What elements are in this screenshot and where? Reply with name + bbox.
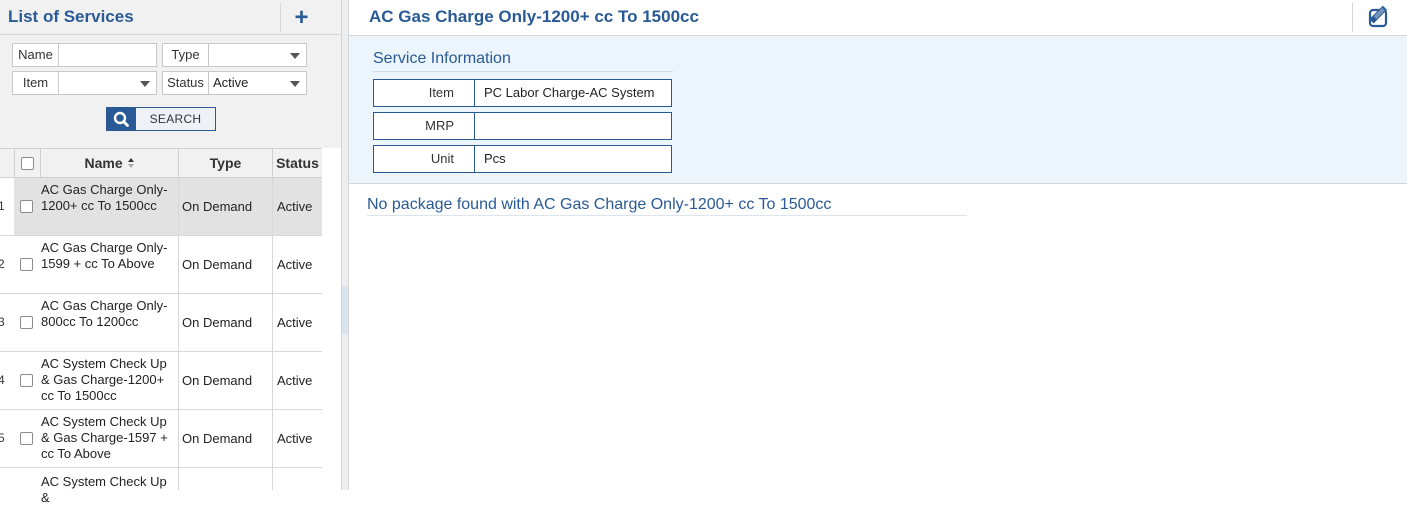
select-all-cell [14, 149, 40, 178]
status-filter-select[interactable]: Active [208, 71, 307, 95]
no-package-message: No package found with AC Gas Charge Only… [367, 196, 967, 216]
row-name: AC Gas Charge Only-800cc To 1200cc [41, 298, 168, 329]
plus-icon: + [294, 4, 309, 31]
item-filter-select[interactable] [58, 71, 157, 95]
item-field-value: PC Labor Charge-AC System [474, 79, 672, 107]
row-cells: AC System Check Up & Gas Charge-1200+ cc… [14, 352, 322, 409]
type-filter-label: Type [162, 43, 209, 67]
row-type: On Demand [178, 178, 272, 235]
row-status [272, 468, 322, 490]
row-checkbox-cell [20, 316, 33, 332]
row-status: Active [272, 178, 322, 235]
row-cells: AC Gas Charge Only-1200+ cc To 1500cc On… [14, 178, 322, 235]
status-filter-label: Status [162, 71, 209, 95]
row-number: 5 [0, 431, 5, 445]
row-type: On Demand [178, 352, 272, 409]
edit-icon [1368, 5, 1388, 28]
name-filter-input[interactable] [58, 43, 157, 67]
row-name: AC Gas Charge Only-1599 + cc To Above [41, 240, 168, 271]
service-detail-panel: AC Gas Charge Only-1200+ cc To 1500cc Se… [349, 0, 1407, 490]
row-number: 4 [0, 373, 5, 387]
table-row[interactable]: AC System Check Up & [0, 468, 322, 505]
service-list-header: List of Services + [0, 0, 341, 35]
row-name: AC Gas Charge Only-1200+ cc To 1500cc [41, 182, 168, 213]
name-column-label: Name [84, 155, 123, 171]
service-information-section: Service Information Item PC Labor Charge… [349, 36, 1407, 184]
row-name: AC System Check Up & Gas Charge-1597 + c… [41, 414, 168, 461]
status-filter-value: Active [213, 75, 249, 90]
chevron-down-icon [290, 53, 300, 59]
row-type: On Demand [178, 294, 272, 351]
service-table-header: Name Type Status [0, 148, 322, 178]
row-checkbox[interactable] [20, 200, 33, 213]
filter-panel: Name Type Item Status Active SEARCH [0, 35, 341, 148]
service-list-panel: List of Services + Name Type Item Status… [0, 0, 341, 505]
mrp-field-value [474, 112, 672, 140]
panel-splitter[interactable] [341, 0, 349, 490]
row-checkbox[interactable] [20, 374, 33, 387]
row-checkbox[interactable] [20, 316, 33, 329]
row-type [178, 468, 272, 490]
row-number: 1 [0, 199, 5, 213]
service-information-title: Service Information [373, 50, 673, 72]
row-checkbox[interactable] [20, 258, 33, 271]
add-service-button[interactable]: + [280, 3, 322, 32]
row-name: AC System Check Up & Gas Charge-1200+ cc… [41, 356, 167, 403]
magnifier-icon [107, 108, 136, 130]
row-number: 3 [0, 315, 5, 329]
row-cells: AC System Check Up & [14, 468, 322, 505]
row-status: Active [272, 352, 322, 409]
table-row[interactable]: 1 AC Gas Charge Only-1200+ cc To 1500cc … [0, 178, 322, 236]
item-filter-label: Item [12, 71, 59, 95]
search-button-label: SEARCH [149, 112, 202, 126]
name-column-header[interactable]: Name [40, 149, 178, 178]
detail-header: AC Gas Charge Only-1200+ cc To 1500cc [349, 0, 1407, 36]
row-checkbox-cell [20, 374, 33, 390]
service-list-title: List of Services [8, 7, 134, 26]
row-type: On Demand [178, 410, 272, 467]
row-name: AC System Check Up & [41, 474, 167, 505]
row-checkbox-cell [20, 432, 33, 448]
table-row[interactable]: 4 AC System Check Up & Gas Charge-1200+ … [0, 352, 322, 410]
name-filter-label: Name [12, 43, 59, 67]
sort-icon [127, 158, 134, 168]
splitter-grip[interactable] [342, 286, 348, 334]
row-cells: AC Gas Charge Only-800cc To 1200cc On De… [14, 294, 322, 351]
edit-service-button[interactable] [1352, 3, 1406, 32]
row-status: Active [272, 236, 322, 293]
chevron-down-icon [140, 81, 150, 87]
table-row[interactable]: 3 AC Gas Charge Only-800cc To 1200cc On … [0, 294, 322, 352]
unit-field-label: Unit [373, 145, 475, 173]
row-cells: AC Gas Charge Only-1599 + cc To Above On… [14, 236, 322, 293]
chevron-down-icon [290, 81, 300, 87]
row-checkbox-cell [20, 258, 33, 274]
detail-title: AC Gas Charge Only-1200+ cc To 1500cc [369, 7, 699, 26]
select-all-checkbox[interactable] [21, 157, 34, 170]
item-field-label: Item [373, 79, 475, 107]
status-column-header[interactable]: Status [272, 149, 322, 178]
type-filter-select[interactable] [208, 43, 307, 67]
row-checkbox-cell [20, 200, 33, 216]
row-type: On Demand [178, 236, 272, 293]
search-button[interactable]: SEARCH [106, 107, 216, 131]
row-cells: AC System Check Up & Gas Charge-1597 + c… [14, 410, 322, 467]
table-row[interactable]: 5 AC System Check Up & Gas Charge-1597 +… [0, 410, 322, 468]
row-checkbox[interactable] [20, 432, 33, 445]
row-status: Active [272, 410, 322, 467]
unit-field-value: Pcs [474, 145, 672, 173]
list-scrollbar[interactable] [322, 178, 341, 490]
table-row[interactable]: 2 AC Gas Charge Only-1599 + cc To Above … [0, 236, 322, 294]
type-column-header[interactable]: Type [178, 149, 272, 178]
row-status: Active [272, 294, 322, 351]
row-number: 2 [0, 257, 5, 271]
mrp-field-label: MRP [373, 112, 475, 140]
